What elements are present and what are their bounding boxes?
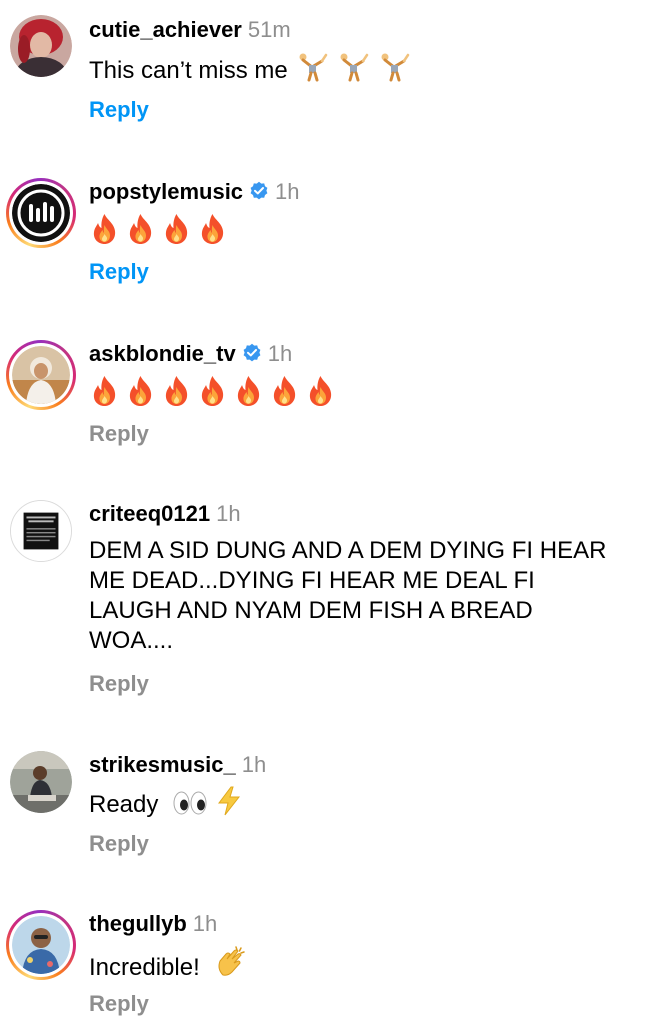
timestamp: 1h [267,341,293,366]
username[interactable]: criteeq0121 [89,501,210,526]
cartwheel-icon [380,52,410,90]
fire-icon [89,375,120,407]
avatar[interactable] [10,751,72,813]
timestamp: 1h [216,501,241,526]
username[interactable]: thegullyb [89,911,187,936]
comment-body: This can’t miss me [89,57,288,84]
avatar-image [11,501,71,561]
avatar-story-ring[interactable] [6,178,76,248]
username[interactable]: popstylemusic [89,179,243,204]
avatar [9,343,73,407]
avatar-image [12,916,70,974]
verified-badge-icon [250,181,268,200]
reply-button[interactable]: Reply [89,259,149,285]
timestamp: 51m [247,17,291,42]
comment-body: Ready [89,791,159,818]
fire-icon [125,213,156,245]
avatar-image [10,15,72,77]
fire-icon [197,213,228,245]
comment-text: This can’t miss me [89,52,629,90]
lightning-icon [216,786,242,824]
comment-header: thegullyb 1h [89,911,217,937]
reply-button[interactable]: Reply [89,831,149,857]
username[interactable]: cutie_achiever [89,17,242,42]
avatar-image [12,346,70,404]
reply-button[interactable]: Reply [89,671,149,697]
avatar-image [12,184,70,242]
timestamp: 1h [241,752,267,777]
comment-emoji-row [89,376,629,406]
username[interactable]: strikesmusic_ [89,752,236,777]
fire-icon [89,213,120,245]
fire-icon [125,375,156,407]
avatar-image [10,751,72,813]
timestamp: 1h [275,179,300,204]
reply-button[interactable]: Reply [89,97,149,123]
fire-icon [269,375,300,407]
fire-icon [197,375,228,407]
comment-body: DEM A SID DUNG AND A DEM DYING FI HEAR M… [89,537,607,654]
reply-button[interactable]: Reply [89,991,149,1017]
comment-header: criteeq0121 1h [89,501,241,527]
clapping-hands-icon [214,945,248,987]
fire-icon [233,375,264,407]
avatar[interactable] [10,15,72,77]
avatar[interactable] [10,500,72,562]
avatar-story-ring[interactable] [6,340,76,410]
fire-icon [305,375,336,407]
timestamp: 1h [192,911,218,936]
comment-header: askblondie_tv 1h [89,341,292,367]
comment-emoji-row [89,214,629,244]
comment-body: Incredible! [89,954,200,981]
comment-header: popstylemusic 1h [89,179,300,205]
comment-text: Ready [89,786,629,824]
fire-icon [161,213,192,245]
avatar-story-ring[interactable] [6,910,76,980]
cartwheel-icon [339,52,369,90]
avatar [9,913,73,977]
reply-button[interactable]: Reply [89,421,149,447]
comment-header: strikesmusic_ 1h [89,752,266,778]
username[interactable]: askblondie_tv [89,341,236,366]
cartwheel-icon [298,52,328,90]
avatar [9,181,73,245]
comment-header: cutie_achiever 51m [89,17,291,43]
verified-badge-icon [243,343,261,362]
fire-icon [161,375,192,407]
comment-text: Incredible! [89,945,629,987]
eyes-icon [173,790,207,824]
